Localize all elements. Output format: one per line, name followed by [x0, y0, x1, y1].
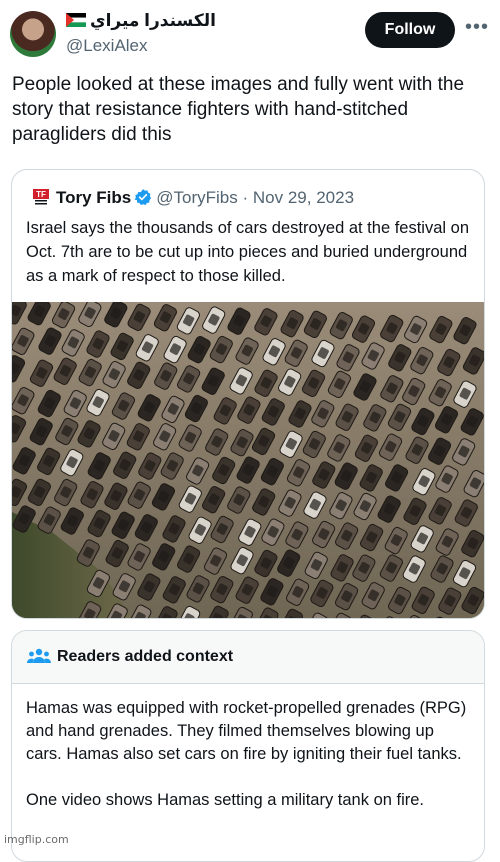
tory-fibs-logo-icon: TF: [32, 188, 50, 206]
community-notes-header: Readers added context: [12, 631, 484, 684]
svg-text:TF: TF: [36, 190, 46, 199]
quote-author-handle[interactable]: @ToryFibs: [156, 188, 238, 207]
quote-text: Israel says the thousands of cars destro…: [26, 216, 474, 288]
tweet-text: People looked at these images and fully …: [12, 72, 490, 147]
community-notes-title: Readers added context: [57, 648, 233, 666]
community-notes-card: Readers added context Hamas was equipped…: [11, 630, 485, 862]
display-name[interactable]: الكسندرا ميراي: [66, 11, 216, 32]
avatar[interactable]: [10, 11, 56, 57]
more-horizontal-icon[interactable]: •••: [465, 16, 489, 39]
display-name-text: الكسندرا ميراي: [90, 11, 216, 30]
quoted-tweet[interactable]: TF Tory Fibs @ToryFibs · Nov 29, 2023 Isr…: [11, 169, 485, 619]
follow-button[interactable]: Follow: [365, 12, 455, 48]
imgflip-watermark: imgflip.com: [4, 833, 69, 846]
separator-dot: ·: [242, 188, 248, 207]
context-paragraph-2: One video shows Hamas setting a military…: [26, 789, 474, 812]
quote-author-name[interactable]: Tory Fibs: [56, 188, 131, 207]
community-notes-body: Hamas was equipped with rocket-propelled…: [26, 697, 474, 812]
palestine-flag-icon: [66, 12, 86, 32]
people-icon: [27, 647, 51, 672]
quote-header: TF Tory Fibs @ToryFibs · Nov 29, 2023: [32, 188, 354, 211]
quote-photo[interactable]: [12, 302, 484, 618]
context-paragraph-1: Hamas was equipped with rocket-propelled…: [26, 697, 474, 766]
author-handle[interactable]: @LexiAlex: [66, 36, 148, 56]
verified-badge-icon: [134, 188, 152, 211]
quote-date[interactable]: Nov 29, 2023: [253, 188, 354, 207]
